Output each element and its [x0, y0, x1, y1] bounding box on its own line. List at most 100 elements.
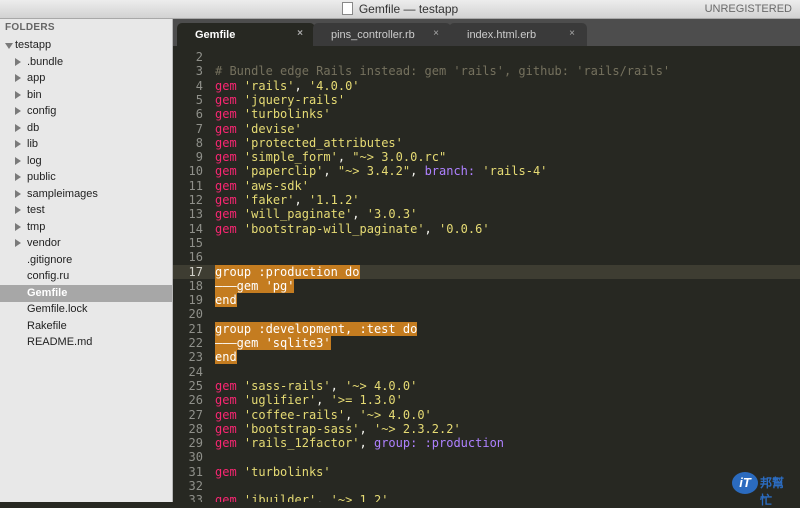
site-watermark: iT 邦幫忙 — [732, 468, 794, 498]
code-token — [237, 150, 244, 164]
code-token: 'turbolinks' — [244, 107, 331, 121]
sidebar-item-rakefile[interactable]: Rakefile — [0, 318, 172, 335]
code-text: gem 'protected_attributes' — [215, 136, 403, 150]
disclosure-closed-icon[interactable] — [15, 157, 21, 165]
code-line: 22 ———gem 'sqlite3' — [173, 336, 800, 350]
code-token: gem — [215, 408, 237, 422]
disclosure-closed-icon[interactable] — [15, 124, 21, 132]
sidebar-item-gemfile-lock[interactable]: Gemfile.lock — [0, 301, 172, 318]
code-text: gem 'bootstrap-will_paginate', '0.0.6' — [215, 222, 490, 236]
close-icon[interactable]: × — [433, 28, 439, 39]
line-number: 11 — [173, 179, 203, 193]
sidebar-item-label: bin — [27, 89, 42, 101]
code-line: 13gem 'will_paginate', '3.0.3' — [173, 207, 800, 221]
code-token: '~> 4.0.0' — [345, 379, 417, 393]
sidebar-item-log[interactable]: log — [0, 153, 172, 170]
code-token: end — [215, 293, 237, 307]
disclosure-closed-icon[interactable] — [15, 239, 21, 247]
code-token: # Bundle edge Rails instead: gem 'rails'… — [215, 64, 670, 78]
line-number: 8 — [173, 136, 203, 150]
code-line: 11gem 'aws-sdk' — [173, 179, 800, 193]
code-line: 12gem 'faker', '1.1.2' — [173, 193, 800, 207]
close-icon[interactable]: × — [297, 28, 303, 39]
sidebar-item-lib[interactable]: lib — [0, 136, 172, 153]
code-token: , — [360, 436, 374, 450]
tab-label: pins_controller.rb — [331, 29, 415, 41]
code-line: 25gem 'sass-rails', '~> 4.0.0' — [173, 379, 800, 393]
tab-gemfile[interactable]: Gemfile× — [177, 23, 315, 46]
window-title-wrap: Gemfile — testapp — [0, 2, 800, 16]
code-token — [237, 465, 244, 479]
sidebar-item-public[interactable]: public — [0, 169, 172, 186]
sidebar-item-gitignore[interactable]: .gitignore — [0, 252, 172, 269]
code-line: 14gem 'bootstrap-will_paginate', '0.0.6' — [173, 222, 800, 236]
disclosure-closed-icon[interactable] — [15, 140, 21, 148]
sidebar-item-test[interactable]: test — [0, 202, 172, 219]
disclosure-closed-icon[interactable] — [15, 91, 21, 99]
line-number: 9 — [173, 150, 203, 164]
code-line: 27gem 'coffee-rails', '~> 4.0.0' — [173, 408, 800, 422]
code-token — [237, 436, 244, 450]
sidebar-item-db[interactable]: db — [0, 120, 172, 137]
sidebar-item-testapp[interactable]: testapp — [0, 37, 172, 54]
code-token: group :production do — [215, 265, 360, 279]
code-token: ———gem 'sqlite3' — [215, 336, 331, 350]
line-number: 25 — [173, 379, 203, 393]
line-number: 10 — [173, 164, 203, 178]
disclosure-open-icon[interactable] — [5, 43, 13, 49]
code-editor[interactable]: 23# Bundle edge Rails instead: gem 'rail… — [173, 48, 800, 502]
code-token: "~> 3.0.0.rc" — [352, 150, 446, 164]
tab-index-html-erb[interactable]: index.html.erb× — [449, 23, 587, 46]
sidebar-item-tmp[interactable]: tmp — [0, 219, 172, 236]
line-number: 7 — [173, 122, 203, 136]
code-line: 5gem 'jquery-rails' — [173, 93, 800, 107]
disclosure-closed-icon[interactable] — [15, 173, 21, 181]
sidebar-item-app[interactable]: app — [0, 70, 172, 87]
code-token: , — [331, 379, 345, 393]
sidebar-item-readme-md[interactable]: README.md — [0, 334, 172, 351]
code-text: # Bundle edge Rails instead: gem 'rails'… — [215, 64, 670, 78]
code-line: 18 ———gem 'pg' — [173, 279, 800, 293]
line-number: 22 — [173, 336, 203, 350]
sidebar-item-bundle[interactable]: .bundle — [0, 54, 172, 71]
code-token: 'paperclip' — [244, 164, 323, 178]
code-line: 28gem 'bootstrap-sass', '~> 2.3.2.2' — [173, 422, 800, 436]
sidebar-item-vendor[interactable]: vendor — [0, 235, 172, 252]
code-token — [237, 164, 244, 178]
code-token: gem — [215, 222, 237, 236]
disclosure-closed-icon[interactable] — [15, 206, 21, 214]
line-number: 2 — [173, 50, 203, 64]
code-text: end — [215, 293, 237, 307]
sidebar-item-gemfile[interactable]: Gemfile — [0, 285, 172, 302]
code-token: ———gem 'pg' — [215, 279, 294, 293]
tab-bar: Gemfile×pins_controller.rb×index.html.er… — [173, 19, 800, 48]
watermark-text: 邦幫忙 — [760, 474, 794, 508]
disclosure-closed-icon[interactable] — [15, 223, 21, 231]
code-token: '1.1.2' — [309, 193, 360, 207]
sidebar-item-label: README.md — [27, 336, 92, 348]
code-token: , — [352, 207, 366, 221]
disclosure-closed-icon[interactable] — [15, 107, 21, 115]
code-token: 'sass-rails' — [244, 379, 331, 393]
line-number: 18 — [173, 279, 203, 293]
window-title: Gemfile — testapp — [359, 2, 458, 16]
code-text: gem 'coffee-rails', '~> 4.0.0' — [215, 408, 432, 422]
close-icon[interactable]: × — [569, 28, 575, 39]
code-token — [417, 436, 424, 450]
disclosure-closed-icon[interactable] — [15, 74, 21, 82]
tab-pins-controller-rb[interactable]: pins_controller.rb × — [313, 23, 451, 46]
code-text: gem 'jbuilder', '~> 1.2' — [215, 493, 388, 502]
code-text: gem 'devise' — [215, 122, 302, 136]
code-text: gem 'will_paginate', '3.0.3' — [215, 207, 417, 221]
sidebar-item-config-ru[interactable]: config.ru — [0, 268, 172, 285]
sidebar-item-sampleimages[interactable]: sampleimages — [0, 186, 172, 203]
document-icon — [342, 2, 353, 15]
disclosure-closed-icon[interactable] — [15, 58, 21, 66]
line-number: 15 — [173, 236, 203, 250]
code-token — [237, 408, 244, 422]
disclosure-closed-icon[interactable] — [15, 190, 21, 198]
sidebar-item-bin[interactable]: bin — [0, 87, 172, 104]
sidebar-item-config[interactable]: config — [0, 103, 172, 120]
code-line: 15 — [173, 236, 800, 250]
code-token: end — [215, 350, 237, 364]
